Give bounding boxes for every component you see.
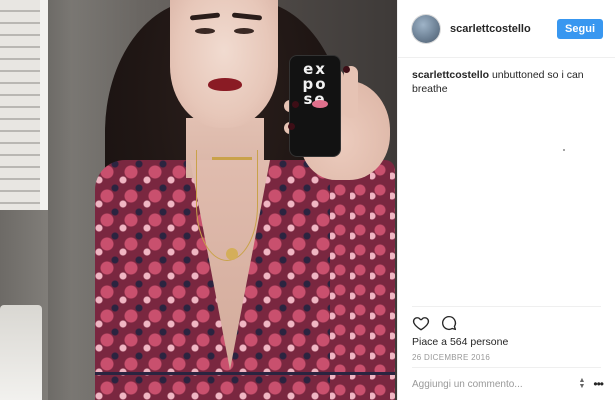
right-eye xyxy=(234,28,254,34)
nail xyxy=(288,123,295,130)
divider xyxy=(412,367,601,368)
finger xyxy=(344,66,358,118)
red-lips xyxy=(208,78,242,91)
nail xyxy=(343,66,350,73)
bar-necklace xyxy=(212,157,252,160)
avatar[interactable] xyxy=(412,14,440,43)
post-side-panel: scarlettcostello Segui scarlettcostello … xyxy=(397,0,615,400)
long-necklace xyxy=(196,150,258,261)
dress-waistband xyxy=(95,372,395,375)
username-link[interactable]: scarlettcostello xyxy=(450,23,557,35)
left-eye xyxy=(195,28,215,34)
follow-button[interactable]: Segui xyxy=(557,18,603,39)
towel xyxy=(0,305,42,400)
nail xyxy=(292,101,299,108)
comment-input[interactable] xyxy=(412,378,575,390)
raised-arm xyxy=(330,160,395,400)
loading-dot xyxy=(563,149,565,151)
likes-count[interactable]: Piace a 564 persone xyxy=(412,336,508,348)
scroll-arrows-icon[interactable]: ▲ ▼ xyxy=(578,377,585,390)
comment-bubble-icon[interactable] xyxy=(440,314,458,332)
post-header: scarlettcostello Segui xyxy=(398,0,615,58)
phone-case-lips xyxy=(312,100,328,108)
caption: scarlettcostello unbuttoned so i can bre… xyxy=(398,58,615,96)
caption-username[interactable]: scarlettcostello xyxy=(412,69,489,81)
post-photo[interactable]: ex po se xyxy=(0,0,397,400)
comment-form: ▲▼ ••• xyxy=(412,373,604,395)
divider xyxy=(412,306,601,307)
instagram-post: ex po se scarlettcostello Segui scarlett… xyxy=(0,0,615,400)
more-options-button[interactable]: ••• xyxy=(593,377,604,391)
right-eyebrow xyxy=(231,12,263,21)
window-blinds xyxy=(0,0,48,210)
heart-icon[interactable] xyxy=(412,314,430,332)
action-bar xyxy=(412,314,458,332)
face xyxy=(170,0,278,128)
left-eyebrow xyxy=(189,12,221,21)
post-date: 26 DICEMBRE 2016 xyxy=(412,353,491,362)
coin-pendant xyxy=(226,248,238,260)
